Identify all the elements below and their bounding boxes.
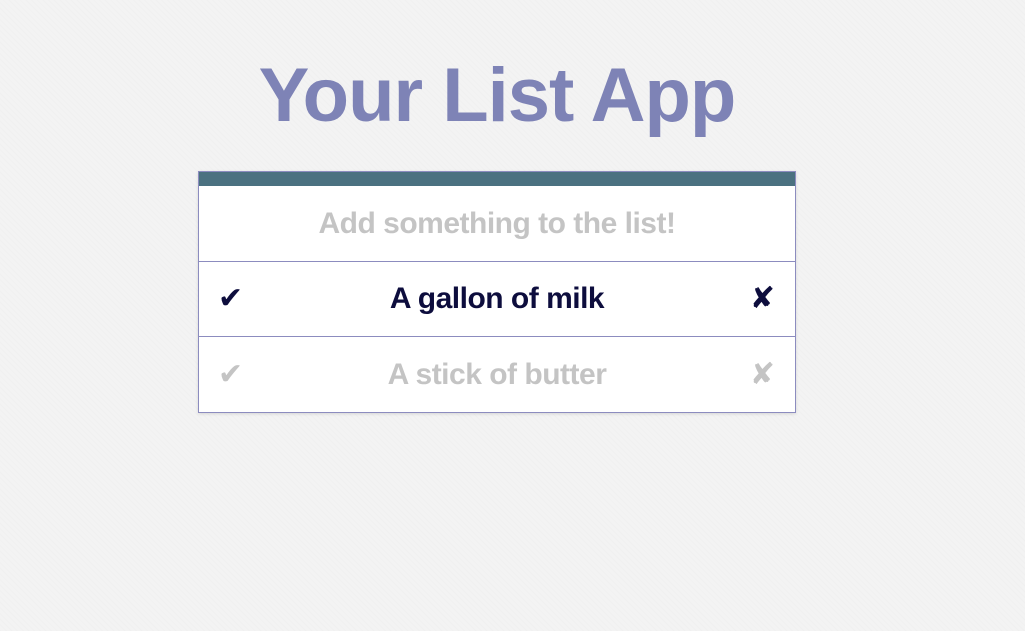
- item-label[interactable]: A gallon of milk: [390, 282, 605, 316]
- add-item-input[interactable]: [199, 186, 795, 262]
- delete-icon[interactable]: ✘: [750, 359, 775, 390]
- item-list: ✔ A gallon of milk ✘ ✔ A stick of butter…: [199, 262, 795, 412]
- delete-icon[interactable]: ✘: [750, 284, 775, 314]
- card-top-bar: [199, 172, 795, 186]
- list-item: ✔ A stick of butter ✘: [199, 337, 795, 412]
- check-icon[interactable]: ✔: [218, 359, 243, 390]
- list-item: ✔ A gallon of milk ✘: [199, 262, 795, 337]
- item-label[interactable]: A stick of butter: [388, 358, 607, 392]
- list-card: ✔ A gallon of milk ✘ ✔ A stick of butter…: [198, 171, 796, 413]
- app-title: Your List App: [258, 53, 737, 138]
- check-icon[interactable]: ✔: [218, 284, 243, 314]
